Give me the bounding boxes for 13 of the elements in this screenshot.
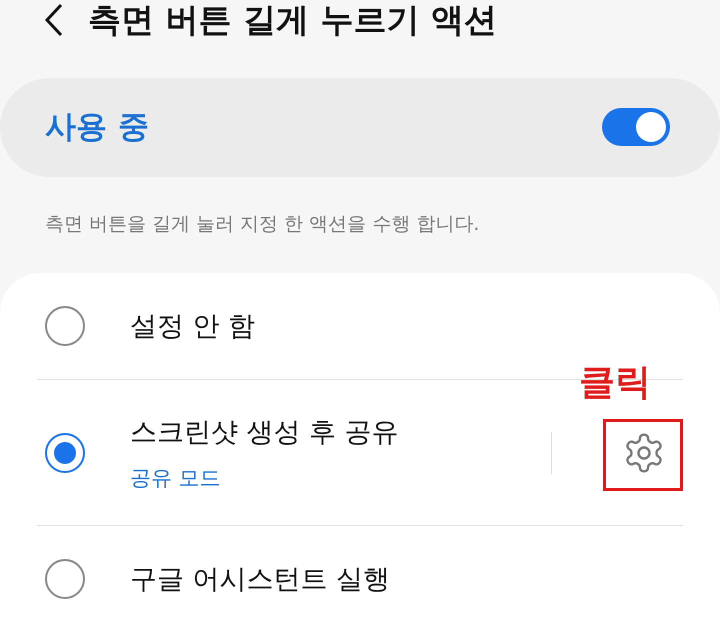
radio-button[interactable] bbox=[45, 306, 85, 346]
option-label: 스크린샷 생성 후 공유 bbox=[130, 416, 400, 450]
radio-button[interactable] bbox=[45, 432, 85, 472]
radio-button[interactable] bbox=[45, 559, 85, 599]
option-label: 구글 어시스턴트 실행 bbox=[130, 563, 392, 597]
back-icon[interactable] bbox=[44, 3, 64, 37]
toggle-switch[interactable] bbox=[602, 108, 670, 146]
switch-label: 사용 중 bbox=[45, 108, 149, 148]
option-label: 설정 안 함 bbox=[130, 310, 256, 344]
page-title: 측면 버튼 길게 누르기 액션 bbox=[88, 0, 497, 40]
option-subtitle: 공유 모드 bbox=[130, 464, 222, 492]
annotation-text: 클릭 bbox=[579, 361, 651, 405]
description-text: 측면 버튼을 길게 눌러 지정 한 액션을 수행 합니다. bbox=[44, 212, 480, 237]
